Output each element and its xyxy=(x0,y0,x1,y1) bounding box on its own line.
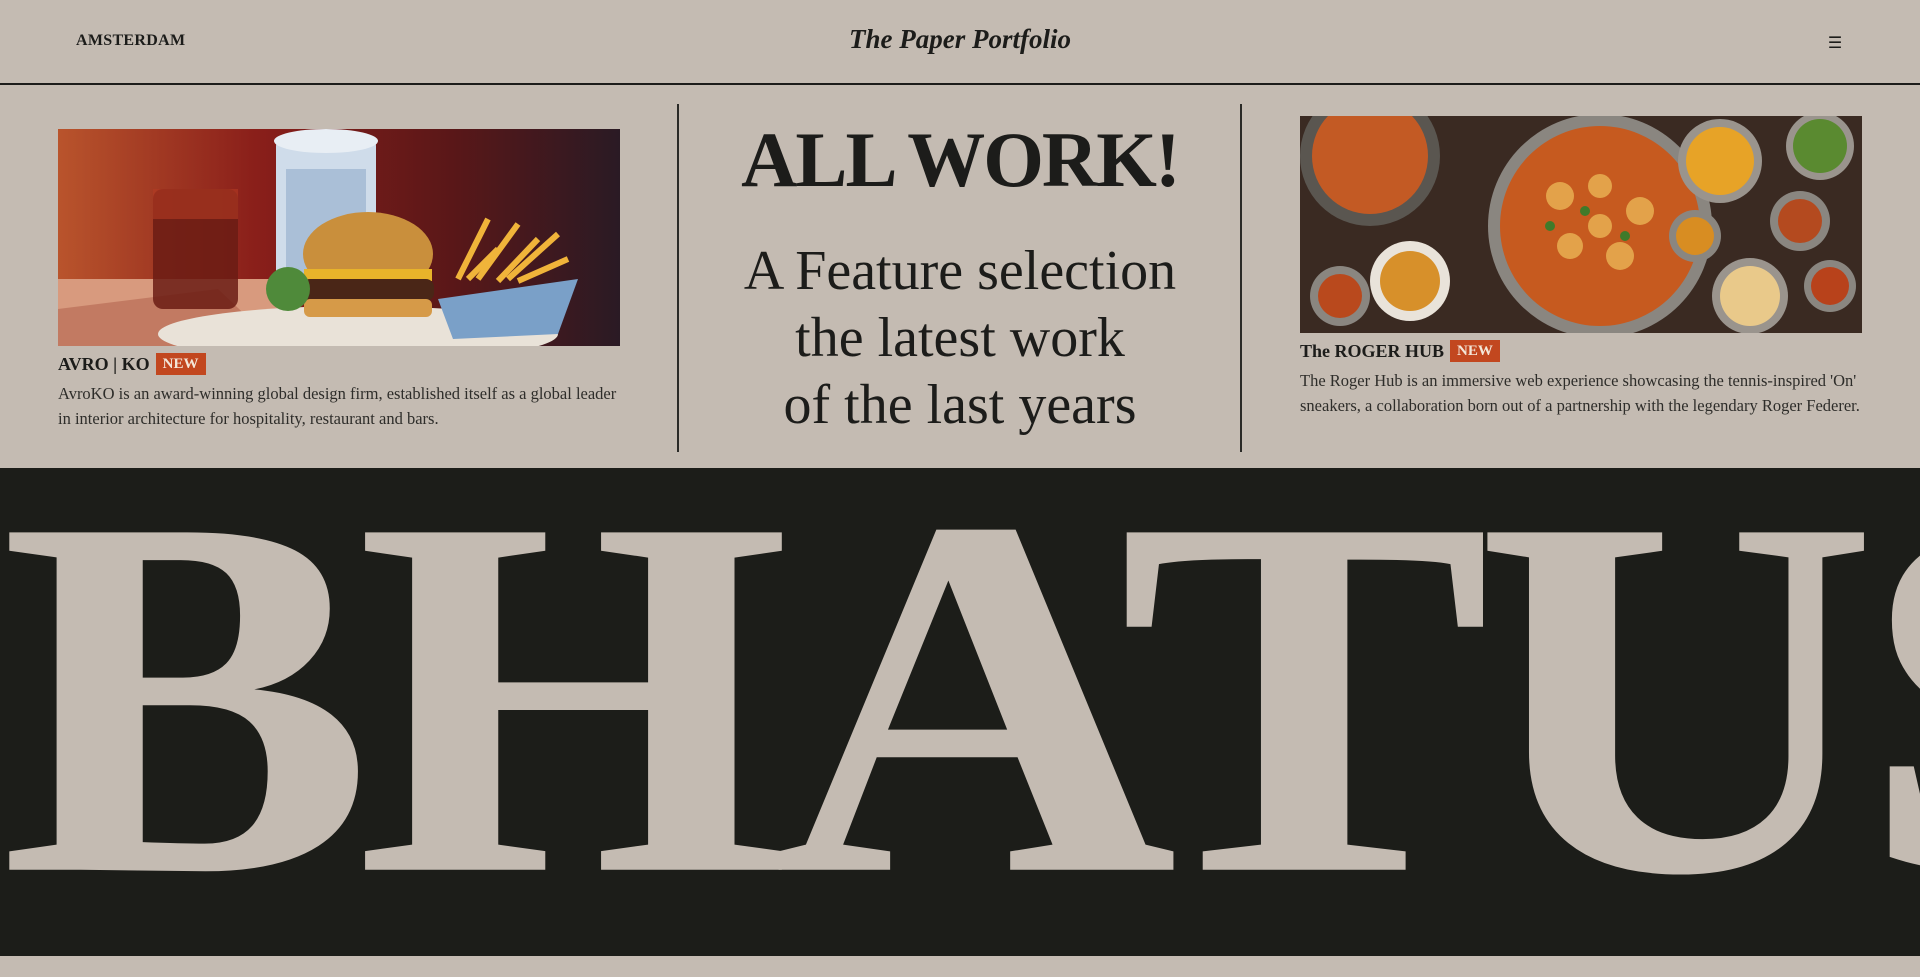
banner-word: BHATUSE xyxy=(0,468,1920,956)
project-title-row: AVRO | KO NEW xyxy=(58,353,620,375)
project-description: AvroKO is an award-winning global design… xyxy=(58,384,617,428)
page-subline: A Feature selection the latest work of t… xyxy=(690,238,1230,439)
subline-line-2: the latest work xyxy=(795,307,1125,369)
menu-icon[interactable]: ☰ xyxy=(1824,31,1846,53)
project-thumbnail-avroko[interactable] xyxy=(58,129,620,346)
project-card-roger-hub[interactable]: The ROGER HUB NEW The Roger Hub is an im… xyxy=(1300,116,1862,418)
site-logo[interactable]: The Paper Portfolio xyxy=(0,24,1920,55)
project-thumbnail-roger-hub[interactable] xyxy=(1300,116,1862,333)
new-badge: NEW xyxy=(155,353,206,375)
project-title-row: The ROGER HUB NEW xyxy=(1300,340,1862,362)
page-headline: ALL WORK! xyxy=(741,116,1181,203)
project-title[interactable]: AVRO | KO xyxy=(58,354,150,375)
subline-line-3: of the last years xyxy=(783,374,1137,436)
project-title[interactable]: The ROGER HUB xyxy=(1300,341,1444,362)
project-card-avroko[interactable]: AVRO | KO NEW AvroKO is an award-winning… xyxy=(58,129,620,431)
top-bar: AMSTERDAM The Paper Portfolio ☰ xyxy=(0,0,1920,85)
column-divider-right xyxy=(1240,104,1242,452)
new-badge: NEW xyxy=(1450,340,1500,362)
subline-line-1: A Feature selection xyxy=(743,240,1177,302)
name-banner: BHATUSE xyxy=(0,468,1920,956)
column-divider-left xyxy=(677,104,679,452)
project-description: The Roger Hub is an immersive web experi… xyxy=(1300,371,1860,415)
